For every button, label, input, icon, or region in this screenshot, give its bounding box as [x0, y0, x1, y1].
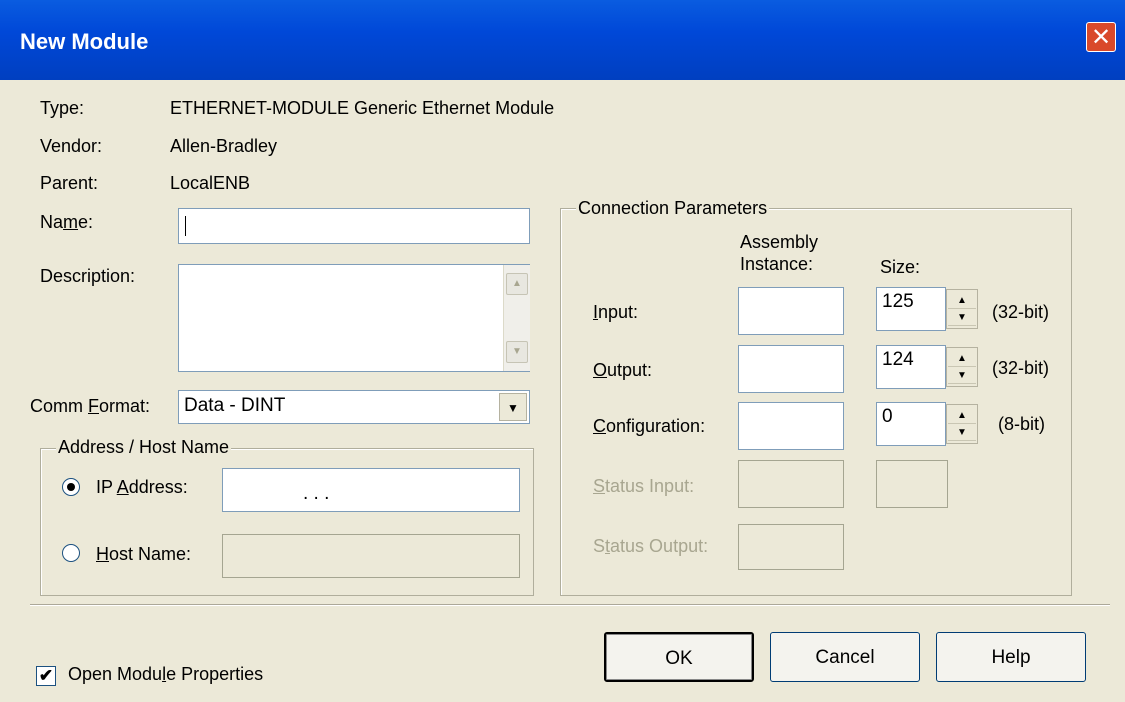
type-value: ETHERNET-MODULE Generic Ethernet Module [170, 98, 555, 118]
host-name-radio[interactable] [62, 544, 80, 562]
vendor-value: Allen-Bradley [170, 136, 278, 156]
host-name-label: Host Name: [96, 544, 192, 564]
description-label: Description: [40, 266, 136, 286]
input-instance-field[interactable] [738, 287, 844, 335]
input-label: Input: [593, 302, 639, 322]
cancel-button[interactable]: Cancel [770, 632, 920, 682]
ip-address-radio[interactable] [62, 478, 80, 496]
spin-up-icon[interactable]: ▲ [948, 294, 976, 309]
footer-separator [30, 604, 1110, 606]
status-input-instance-field [738, 460, 844, 508]
assembly-column-header-2: Instance: [740, 254, 814, 274]
text-caret [185, 216, 186, 236]
description-textarea[interactable]: ▲ ▼ [178, 264, 530, 372]
status-output-instance-field [738, 524, 844, 570]
output-size-stepper[interactable]: ▲ ▼ [946, 347, 978, 387]
radio-dot-icon [67, 483, 75, 491]
spin-down-icon[interactable]: ▼ [948, 311, 976, 326]
spin-up-icon[interactable]: ▲ [948, 409, 976, 424]
output-label: Output: [593, 360, 653, 380]
status-input-label: Status Input: [593, 476, 695, 496]
configuration-size-unit: (8-bit) [998, 414, 1046, 434]
parent-label: Parent: [40, 173, 99, 193]
name-input[interactable] [178, 208, 530, 244]
help-button[interactable]: Help [936, 632, 1086, 682]
description-scrollbar[interactable]: ▲ ▼ [503, 265, 530, 371]
parent-value: LocalENB [170, 173, 251, 193]
open-module-properties-label: Open Module Properties [68, 664, 264, 684]
configuration-label: Configuration: [593, 416, 706, 436]
comm-format-label: Comm Format: [30, 396, 151, 416]
open-module-properties-checkbox[interactable]: ✔ [36, 666, 56, 686]
check-icon: ✔ [38, 666, 54, 685]
host-name-field[interactable] [222, 534, 520, 578]
configuration-size-stepper[interactable]: ▲ ▼ [946, 404, 978, 444]
ip-address-field[interactable]: . . . [222, 468, 520, 512]
spin-down-icon[interactable]: ▼ [948, 426, 976, 441]
address-group-label: Address / Host Name [56, 437, 232, 458]
window-title: New Module [20, 29, 149, 54]
vendor-label: Vendor: [40, 136, 103, 156]
title-bar: New Module ✕ [0, 0, 1125, 80]
type-label: Type: [40, 98, 85, 118]
output-instance-field[interactable] [738, 345, 844, 393]
spin-up-icon[interactable]: ▲ [948, 352, 976, 367]
connection-parameters-label: Connection Parameters [576, 198, 770, 219]
input-size-field[interactable]: 125 [876, 287, 946, 331]
name-label: Name: [40, 212, 94, 232]
output-size-unit: (32-bit) [992, 358, 1050, 378]
configuration-instance-field[interactable] [738, 402, 844, 450]
size-column-header: Size: [880, 257, 921, 277]
status-output-label: Status Output: [593, 536, 709, 556]
output-size-field[interactable]: 124 [876, 345, 946, 389]
ip-address-label: IP Address: [96, 477, 188, 497]
ok-button[interactable]: OK [604, 632, 754, 682]
scroll-down-icon[interactable]: ▼ [506, 341, 528, 363]
close-button[interactable]: ✕ [1086, 22, 1116, 52]
close-icon: ✕ [1090, 24, 1112, 51]
spin-down-icon[interactable]: ▼ [948, 369, 976, 384]
assembly-column-header-1: Assembly [740, 232, 819, 252]
input-size-unit: (32-bit) [992, 302, 1050, 322]
scroll-up-icon[interactable]: ▲ [506, 273, 528, 295]
chevron-down-icon[interactable]: ▼ [499, 393, 527, 421]
input-size-stepper[interactable]: ▲ ▼ [946, 289, 978, 329]
status-input-size-field [876, 460, 948, 508]
comm-format-select[interactable]: Data - DINT ▼ [178, 390, 530, 424]
configuration-size-field[interactable]: 0 [876, 402, 946, 446]
